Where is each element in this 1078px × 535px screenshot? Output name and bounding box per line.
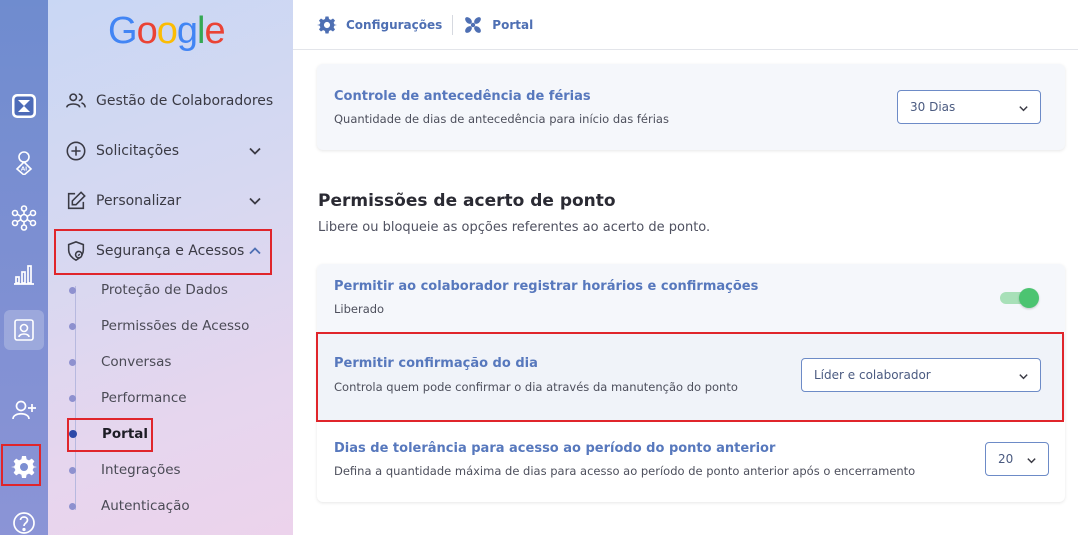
- select-value: Líder e colaborador: [814, 368, 931, 382]
- submenu-item-conversas[interactable]: Conversas: [69, 351, 171, 373]
- brand-logo: Google: [108, 10, 226, 53]
- ai-rail-button[interactable]: AI: [4, 142, 44, 182]
- select-value: 30 Dias: [910, 100, 956, 114]
- hourglass-icon: [12, 94, 36, 118]
- tolerance-days-select[interactable]: 20: [985, 442, 1049, 476]
- submenu-label: Autenticação: [101, 498, 190, 514]
- tolerance-title: Dias de tolerância para acesso ao períod…: [334, 441, 776, 456]
- bullet-dot: [69, 430, 77, 438]
- chevron-down-icon: [1019, 106, 1028, 112]
- add-user-rail-button[interactable]: [4, 390, 44, 430]
- chevron-down-icon: [1027, 458, 1036, 464]
- users-icon: [64, 89, 88, 113]
- sidebar-item-label: Segurança e Acessos: [96, 243, 245, 259]
- section-title: Permissões de acerto de ponto: [318, 191, 616, 211]
- submenu-item-protecao[interactable]: Proteção de Dados: [69, 279, 228, 301]
- chevron-down-icon: [249, 147, 261, 155]
- toggle-knob: [1019, 288, 1039, 308]
- section-desc: Libere ou bloqueie as opções referentes …: [318, 220, 711, 235]
- network-rail-button[interactable]: [4, 198, 44, 238]
- submenu-item-integracoes[interactable]: Integrações: [69, 459, 181, 481]
- logo-letter: o: [136, 10, 158, 52]
- sidebar-item-label: Solicitações: [96, 143, 180, 159]
- select-value: 20: [998, 452, 1014, 466]
- sidebar-item-label: Personalizar: [96, 193, 182, 209]
- submenu-label: Proteção de Dados: [101, 282, 228, 298]
- shield-icon: [64, 239, 88, 263]
- sidebar-item-personalizar[interactable]: Personalizar: [64, 185, 274, 217]
- logo-letter: g: [176, 10, 198, 52]
- submenu-label: Portal: [102, 426, 149, 442]
- edit-icon: [64, 189, 88, 213]
- confirm-day-select[interactable]: Líder e colaborador: [801, 358, 1041, 392]
- submenu-label: Integrações: [101, 462, 181, 478]
- permissions-card: Permitir ao colaborador registrar horári…: [317, 264, 1065, 502]
- bar-chart-icon: [14, 265, 34, 285]
- register-title: Permitir ao colaborador registrar horári…: [334, 279, 759, 294]
- network-icon: [11, 205, 37, 231]
- badge-rail-button[interactable]: [4, 310, 44, 350]
- breadcrumb-divider: [452, 14, 454, 35]
- chevron-down-icon: [249, 197, 261, 205]
- vacation-title: Controle de antecedência de férias: [334, 89, 591, 104]
- breadcrumb: Configurações Portal: [293, 0, 1078, 50]
- register-row: Permitir ao colaborador registrar horári…: [317, 264, 1065, 332]
- breadcrumb-label: Portal: [492, 17, 534, 32]
- help-icon: [13, 512, 35, 534]
- confirm-day-desc: Controla quem pode confirmar o dia atrav…: [334, 380, 738, 394]
- sidebar: Google Gestão de Colaboradores Solicitaç…: [48, 0, 293, 535]
- vacation-card: Controle de antecedência de férias Quant…: [317, 64, 1065, 150]
- tolerance-desc: Defina a quantidade máxima de dias para …: [334, 464, 916, 478]
- sidebar-item-colaboradores[interactable]: Gestão de Colaboradores: [64, 85, 274, 117]
- logo-letter: G: [108, 10, 138, 52]
- submenu-label: Permissões de Acesso: [101, 318, 250, 334]
- ai-profile-icon: AI: [15, 151, 33, 175]
- vacation-desc: Quantidade de dias de antecedência para …: [334, 112, 669, 126]
- svg-text:AI: AI: [21, 167, 27, 173]
- gear-icon: [317, 16, 337, 33]
- chevron-down-icon: [1019, 374, 1028, 380]
- bullet-dot: [69, 286, 76, 294]
- breadcrumb-configuracoes[interactable]: Configurações: [317, 15, 442, 35]
- sidebar-item-solicitacoes[interactable]: Solicitações: [64, 135, 274, 167]
- submenu-item-portal[interactable]: Portal: [69, 423, 148, 445]
- bullet-dot: [69, 502, 76, 510]
- add-user-icon: [12, 400, 36, 420]
- icon-rail: AI: [0, 0, 48, 535]
- hourglass-rail-button[interactable]: [4, 86, 44, 126]
- tolerance-row: Dias de tolerância para acesso ao períod…: [317, 422, 1065, 502]
- main-area: Configurações Portal Controle de anteced…: [293, 0, 1078, 535]
- bullet-dot: [69, 466, 76, 474]
- register-status: Liberado: [334, 302, 385, 316]
- bullet-dot: [69, 358, 76, 366]
- help-rail-button[interactable]: [4, 503, 44, 535]
- settings-rail-button[interactable]: [4, 447, 44, 487]
- logo-letter: l: [196, 10, 206, 52]
- confirm-day-row: Permitir confirmação do dia Controla que…: [317, 334, 1065, 420]
- logo-letter: o: [156, 10, 178, 52]
- vacation-row: Controle de antecedência de férias Quant…: [317, 64, 1065, 150]
- submenu-item-autenticacao[interactable]: Autenticação: [69, 495, 190, 517]
- sidebar-item-label: Gestão de Colaboradores: [96, 93, 274, 109]
- fan-icon: [465, 16, 482, 33]
- bullet-dot: [69, 394, 76, 402]
- chart-rail-button[interactable]: [4, 254, 44, 294]
- gear-icon: [11, 456, 37, 478]
- bullet-dot: [69, 322, 76, 330]
- chevron-up-icon: [249, 247, 261, 255]
- breadcrumb-label: Configurações: [346, 17, 443, 32]
- register-toggle[interactable]: [998, 288, 1039, 308]
- badge-icon: [14, 319, 34, 341]
- submenu-label: Performance: [101, 390, 187, 406]
- submenu-item-permissoes[interactable]: Permissões de Acesso: [69, 315, 249, 337]
- submenu-label: Conversas: [101, 354, 172, 370]
- confirm-day-title: Permitir confirmação do dia: [334, 356, 538, 371]
- logo-letter: e: [204, 10, 225, 52]
- submenu-item-performance[interactable]: Performance: [69, 387, 187, 409]
- plus-circle-icon: [64, 139, 88, 163]
- vacation-days-select[interactable]: 30 Dias: [897, 90, 1041, 124]
- breadcrumb-portal[interactable]: Portal: [463, 15, 533, 35]
- sidebar-item-seguranca[interactable]: Segurança e Acessos: [64, 235, 274, 267]
